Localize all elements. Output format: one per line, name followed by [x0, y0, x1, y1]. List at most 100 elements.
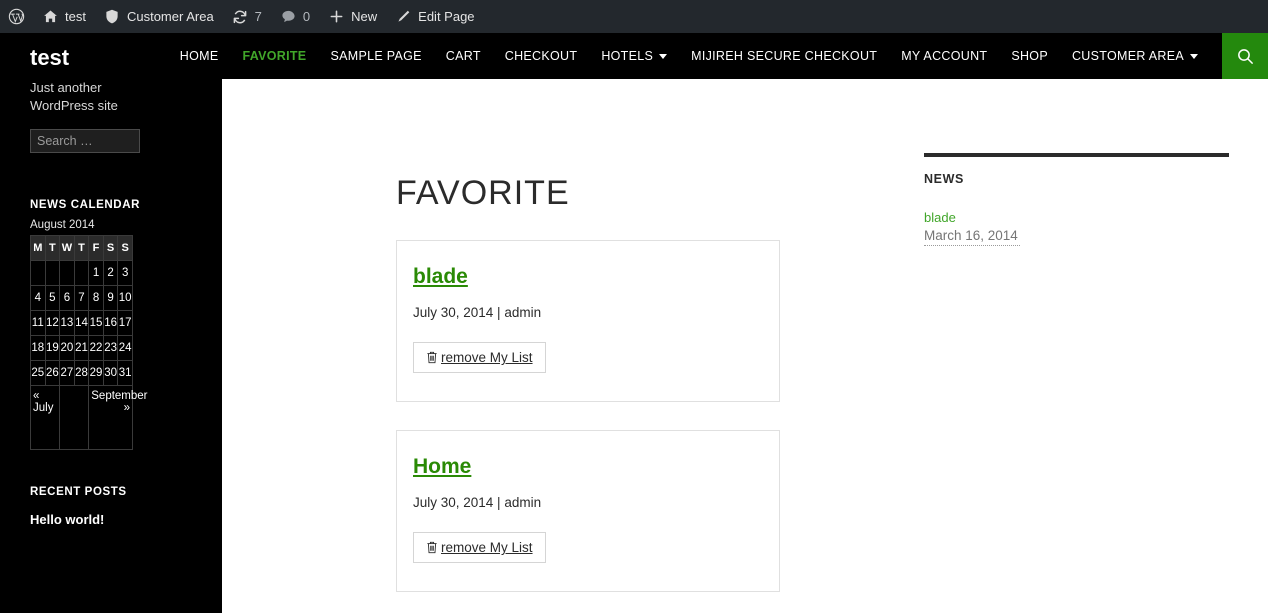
calendar-day-empty: [30, 260, 46, 287]
nav-item-label: My Account: [901, 49, 988, 63]
calendar-day: 3: [117, 260, 133, 287]
calendar: August 2014 MTWTFSS 1 2 3 4 5 6 7 8 9 10 11 12 13 14 1…: [29, 219, 148, 451]
favorite-card: Home July 30, 2014 | admin remove My List: [396, 430, 780, 593]
nav-item-sample-page[interactable]: Sample Page: [318, 33, 433, 79]
wordpress-logo-button[interactable]: [0, 0, 33, 33]
calendar-nav-row: « July September »: [29, 385, 148, 451]
nav-item-customer-area[interactable]: Customer Area: [1060, 33, 1210, 79]
calendar-day: 26: [44, 360, 61, 387]
calendar-weekday: S: [117, 235, 133, 262]
calendar-week-row: 123: [30, 260, 133, 287]
nav-item-label: Favorite: [242, 49, 307, 63]
wp-admin-bar: test Customer Area 7 0 New Edit Page: [0, 0, 1268, 33]
comment-icon: [280, 8, 297, 25]
primary-menu: Home Favorite Sample Page Cart Checkout Hotel…: [168, 33, 1222, 79]
search-input[interactable]: [30, 129, 140, 154]
calendar-day: 12: [44, 310, 61, 337]
calendar-table: MTWTFSS 1 2 3 4 5 6 7 8 9 10 11 12 13 14 15 16 17 18 19 20 2…: [29, 235, 148, 451]
remove-button-label: remove My List: [441, 540, 533, 556]
nav-item-cart[interactable]: Cart: [434, 33, 493, 79]
nav-item-checkout[interactable]: Checkout: [493, 33, 590, 79]
news-item: blade March 16, 2014: [924, 210, 1244, 247]
adminbar-item-new[interactable]: New: [319, 0, 386, 33]
nav-item-favorite[interactable]: Favorite: [230, 33, 318, 79]
nav-item-mijireh-secure-checkout[interactable]: Mijireh Secure Checkout: [679, 33, 889, 79]
calendar-week-row: 25 26 27 28 29 30 31: [30, 360, 133, 387]
recent-post-link[interactable]: Hello world!: [30, 512, 192, 527]
calendar-day: 8: [88, 285, 104, 312]
calendar-day: 14: [73, 310, 90, 337]
nav-item-my-account[interactable]: My Account: [889, 33, 999, 79]
content-column: FAVORITE blade July 30, 2014 | admin remov…: [396, 79, 826, 613]
calendar-prev-month[interactable]: « July: [29, 385, 61, 451]
adminbar-comments-count: 0: [302, 9, 311, 24]
calendar-day: 30: [102, 360, 119, 387]
calendar-day: 2: [102, 260, 119, 287]
calendar-day: 6: [59, 285, 75, 312]
search-icon: [1236, 47, 1255, 66]
calendar-day: 1: [88, 260, 104, 287]
plus-icon: [328, 8, 345, 25]
adminbar-item-site-name[interactable]: test: [33, 0, 95, 33]
site-description: Just another WordPress site: [30, 80, 118, 113]
calendar-next-month[interactable]: September »: [88, 385, 148, 451]
favorite-card: blade July 30, 2014 | admin remove My List: [396, 240, 780, 403]
calendar-day: 9: [102, 285, 119, 312]
nav-item-label: Mijireh Secure Checkout: [691, 49, 878, 63]
calendar-body: 1 2 3 4 5 6 7 8 9 10 11 12 13 14 15 16 17 18 19 20 21 22 23 24 2…: [30, 260, 133, 387]
remove-from-my-list-button[interactable]: remove My List: [413, 532, 546, 564]
nav-item-hotels[interactable]: Hotels: [589, 33, 679, 79]
search-toggle-button[interactable]: [1222, 33, 1268, 79]
nav-item-label: Sample Page: [330, 49, 422, 63]
adminbar-item-customer-area[interactable]: Customer Area: [95, 0, 223, 33]
adminbar-item-comments[interactable]: 0: [271, 0, 319, 33]
calendar-day: 27: [59, 360, 75, 387]
calendar-day: 24: [117, 335, 133, 362]
calendar-day-empty: [44, 260, 61, 287]
calendar-day-empty: [59, 260, 75, 287]
calendar-day: 28: [73, 360, 90, 387]
remove-from-my-list-button[interactable]: remove My List: [413, 342, 546, 374]
calendar-weekday: T: [73, 235, 90, 262]
adminbar-updates-count: 7: [254, 9, 262, 24]
calendar-week-row: 18 19 20 21 22 23 24: [30, 335, 133, 362]
favorite-card-meta: July 30, 2014 | admin: [413, 495, 542, 511]
calendar-prev-month-link[interactable]: « July: [33, 390, 53, 414]
nav-item-label: Cart: [445, 49, 481, 63]
widget-news-calendar: News Calendar August 2014 MTWTFSS 123456…: [29, 199, 192, 451]
calendar-next-month-link[interactable]: September »: [91, 390, 147, 414]
calendar-weekday: T: [44, 235, 61, 262]
calendar-day: 7: [73, 285, 90, 312]
adminbar-item-edit-page[interactable]: Edit Page: [386, 0, 483, 33]
calendar-weekday: W: [59, 235, 75, 262]
nav-item-label: Customer Area: [1071, 49, 1184, 63]
calendar-day: 5: [44, 285, 61, 312]
nav-item-home[interactable]: Home: [168, 33, 231, 79]
remove-button-label: remove My List: [441, 350, 533, 366]
favorite-card-title-link[interactable]: blade: [413, 265, 468, 289]
adminbar-site-name-label: test: [65, 9, 86, 24]
news-widget-title: NEWS: [924, 172, 964, 186]
calendar-day: 22: [88, 335, 104, 362]
calendar-day: 29: [88, 360, 104, 387]
calendar-day: 11: [30, 310, 46, 337]
widget-title-news-calendar: News Calendar: [30, 199, 141, 212]
pencil-icon: [395, 8, 412, 25]
trash-icon: [426, 541, 438, 554]
adminbar-customer-area-label: Customer Area: [126, 9, 214, 24]
widget-title-recent-posts: Recent Posts: [30, 486, 127, 499]
news-item-link[interactable]: blade: [924, 210, 1244, 227]
nav-item-shop[interactable]: Shop: [999, 33, 1060, 79]
news-widget-rule: [924, 153, 1229, 157]
chevron-down-icon: [1190, 53, 1198, 59]
primary-navigation-bar: Home Favorite Sample Page Cart Checkout Hotel…: [180, 33, 1268, 79]
adminbar-item-updates[interactable]: 7: [223, 0, 271, 33]
calendar-day: 10: [117, 285, 133, 312]
favorite-card-title-link[interactable]: Home: [413, 455, 471, 479]
updates-icon: [232, 8, 249, 25]
main-content-area: FAVORITE blade July 30, 2014 | admin remov…: [222, 79, 1268, 613]
calendar-day: 18: [30, 335, 46, 362]
calendar-day-empty: [73, 260, 90, 287]
news-item-date: March 16, 2014: [924, 227, 1020, 247]
calendar-week-row: 11 12 13 14 15 16 17: [30, 310, 133, 337]
